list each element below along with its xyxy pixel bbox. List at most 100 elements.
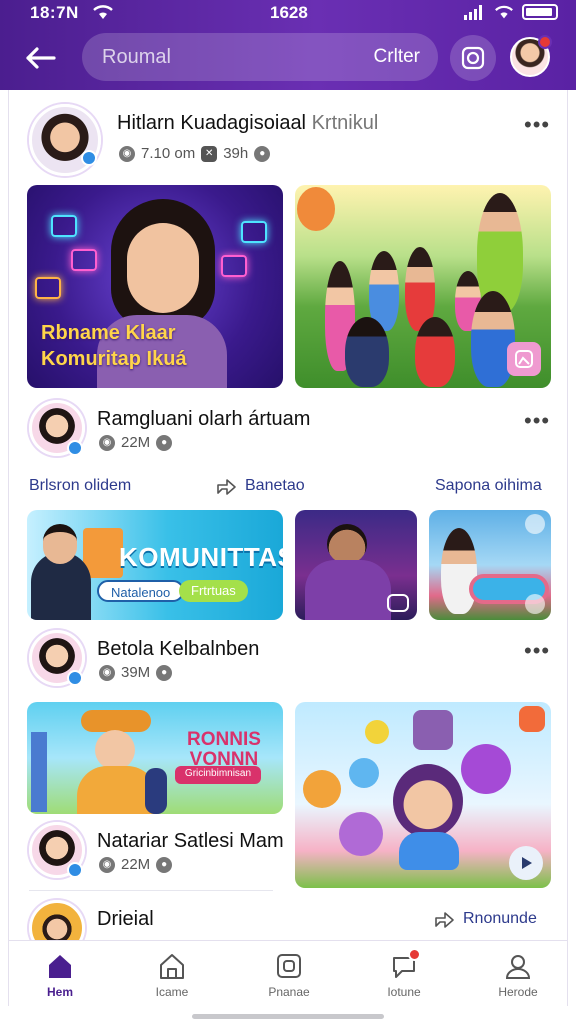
neon-icon: [221, 255, 247, 277]
share-action-button[interactable]: Rnonunde: [433, 908, 537, 930]
status-time-center: 1628: [270, 3, 308, 22]
action-left-link[interactable]: Brlsron olidem: [29, 477, 131, 495]
bubble-icon: [349, 758, 379, 788]
bulb-icon: [365, 720, 389, 744]
divider: [29, 890, 273, 891]
nav-label: Icame: [155, 985, 189, 999]
nav-label: Hem: [46, 985, 73, 999]
back-button[interactable]: [22, 40, 58, 76]
post-image-boy-stage[interactable]: [295, 510, 417, 620]
status-bar: 18:7N 1628: [0, 0, 576, 26]
count-text: 22M: [121, 434, 151, 451]
status-icons: [464, 4, 558, 20]
post-author-name[interactable]: Drieial: [97, 908, 154, 931]
share-action-button[interactable]: Banetao: [215, 475, 305, 497]
nav-item-create[interactable]: Pnanae: [244, 951, 334, 999]
nav-item-community[interactable]: Icame: [127, 951, 217, 999]
share-action-label: Rnonunde: [463, 910, 537, 927]
cartoon-character: [393, 764, 463, 838]
man-face: [43, 524, 77, 564]
nav-item-messages[interactable]: Iotune: [359, 948, 449, 999]
post-image-cartoon-festival[interactable]: RONNIS VONNN Gricinbimnisan: [27, 702, 283, 814]
wifi-icon-right: [495, 5, 513, 19]
post-meta: ◉ 7.10 om ✕ 39h ●: [119, 145, 271, 162]
child-figure: [145, 768, 167, 814]
close-box-icon: ✕: [201, 145, 218, 162]
post-author-name[interactable]: Natariar Satlesi Mam: [97, 830, 284, 853]
image-badge-button[interactable]: [507, 342, 541, 376]
photo-icon: [525, 594, 545, 614]
tower-illustration: [31, 732, 47, 812]
banner-pill-right: Frtrtuas: [179, 580, 248, 602]
boy-face: [327, 524, 367, 564]
share-action-label: Banetao: [245, 477, 305, 494]
time-text: 39h: [223, 145, 249, 162]
count-text: 39M: [121, 664, 151, 681]
eye-icon: ◉: [99, 434, 115, 451]
profile-avatar[interactable]: [510, 35, 552, 77]
action-right-link[interactable]: Sapona oihima: [435, 477, 542, 495]
chat-icon: [389, 948, 421, 981]
notification-dot: [408, 948, 421, 961]
more-options-button[interactable]: •••: [524, 112, 550, 138]
eye-icon: ◉: [119, 145, 135, 162]
verified-badge-icon: [67, 862, 83, 878]
post-meta: ◉ 22M ●: [99, 856, 173, 873]
globe-icon: ●: [156, 664, 173, 681]
banner-pill-left: Natalenoo: [97, 580, 185, 602]
post-image-cartoon-monsters[interactable]: [295, 702, 551, 888]
post-author-name[interactable]: Hitlarn Kuadagisoiaal Krtnikul: [117, 112, 378, 135]
child-figure: [415, 317, 455, 387]
house-outline-icon: [157, 951, 187, 981]
post-image-kids-pool[interactable]: [429, 510, 551, 620]
eye-icon: ◉: [99, 664, 115, 681]
neon-icon: [35, 277, 61, 299]
post-author-name[interactable]: Ramgluani olarh ártuam: [97, 408, 310, 431]
feed: Hitlarn Kuadagisoiaal Krtnikul ◉ 7.10 om…: [8, 90, 568, 956]
tag-icon: [519, 706, 545, 732]
play-icon: [522, 857, 532, 869]
post-image-komunitas-banner[interactable]: KOMUNITTAS Natalenoo Frtrtuas: [27, 510, 283, 620]
count-text: 22M: [121, 856, 151, 873]
sun-monster: [303, 770, 341, 808]
tile-caption: Rbname Klaar Komuritap Ikuá: [41, 320, 187, 372]
post-author-name[interactable]: Betola Kelbalnben: [97, 638, 259, 661]
home-icon: [45, 951, 75, 981]
search-placeholder: Roumal: [102, 46, 171, 68]
verified-badge-icon: [67, 440, 83, 456]
battery-icon: [522, 4, 558, 20]
cartoon-character-body: [399, 832, 459, 870]
post-image-kids-playing[interactable]: [295, 185, 551, 388]
signal-icon: [464, 5, 482, 20]
banner-subtitle: Gricinbimnisan: [175, 766, 261, 784]
banner-title: RONNIS VONNN: [187, 730, 261, 770]
neon-icon: [71, 249, 97, 271]
share-icon: [217, 479, 236, 495]
post-image-community-girl[interactable]: Rbname Klaar Komuritap Ikuá: [27, 185, 283, 388]
child-figure: [345, 317, 389, 387]
verified-badge-icon: [67, 670, 83, 686]
more-options-button[interactable]: •••: [524, 638, 550, 664]
purple-monster: [461, 744, 511, 794]
caption-line-1: Rbname Klaar: [41, 322, 176, 344]
arrow-left-icon: [26, 47, 56, 69]
search-input[interactable]: Roumal Crlter: [82, 33, 438, 81]
title-line-1: RONNIS: [187, 729, 261, 750]
square-icon: [274, 951, 304, 981]
camera-button[interactable]: [450, 35, 496, 81]
filter-button[interactable]: Crlter: [374, 46, 420, 68]
child-figure: [441, 528, 477, 614]
nav-label: Herode: [498, 985, 538, 999]
app-screen: 18:7N 1628 Roumal Crlter Hitlarn Kuadagi…: [0, 0, 576, 1024]
globe-icon: ●: [156, 856, 173, 873]
nav-label: Iotune: [387, 985, 421, 999]
nav-item-home[interactable]: Hem: [15, 951, 105, 999]
nav-item-profile[interactable]: Herode: [473, 951, 563, 999]
balloon: [297, 187, 335, 231]
more-options-button[interactable]: •••: [524, 408, 550, 434]
eye-icon: ◉: [99, 856, 115, 873]
home-indicator: [192, 1014, 384, 1019]
play-button[interactable]: [509, 846, 543, 880]
photo-icon: [387, 594, 409, 612]
bottom-navigation: Hem Icame Pnanae Iotune Herode: [8, 940, 568, 1006]
